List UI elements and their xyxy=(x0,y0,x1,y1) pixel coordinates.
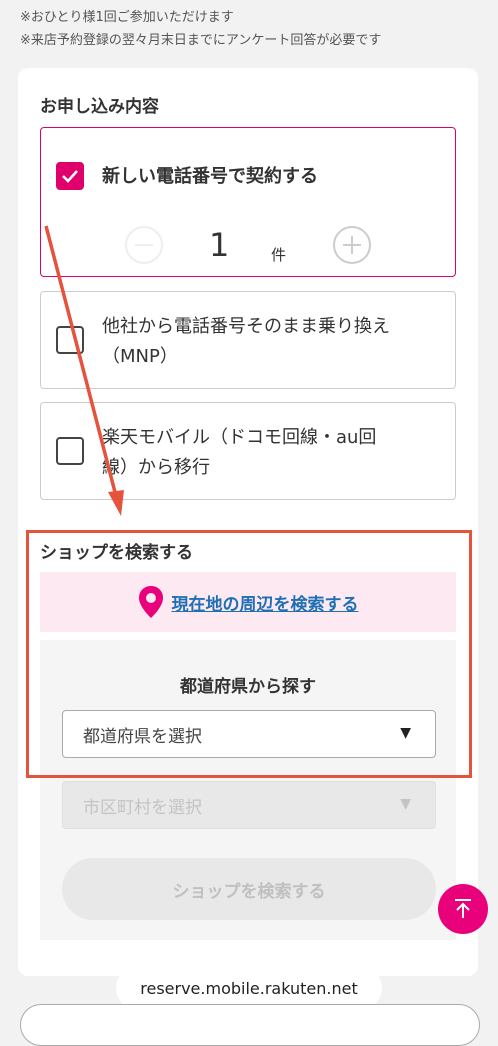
browser-url-text: reserve.mobile.rakuten.net xyxy=(140,978,358,998)
back-to-top-button[interactable] xyxy=(438,884,488,934)
bottom-button[interactable] xyxy=(20,1004,480,1046)
arrow-up-icon xyxy=(455,899,471,918)
annotation-arrow xyxy=(44,225,124,516)
